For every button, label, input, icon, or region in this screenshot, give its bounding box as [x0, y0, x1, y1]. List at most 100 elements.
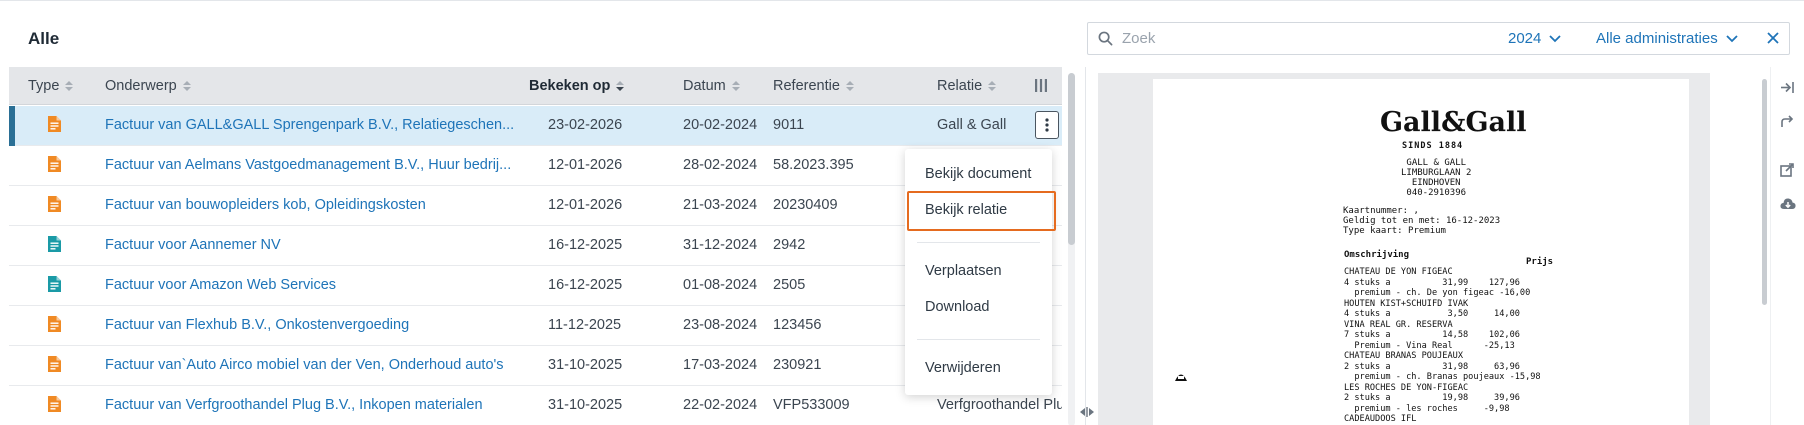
reference-cell: 20230409: [773, 197, 838, 213]
menu-item-move[interactable]: Verplaatsen: [925, 263, 1002, 279]
invoice-document-icon: [48, 156, 61, 176]
menu-item-delete[interactable]: Verwijderen: [925, 360, 1001, 376]
subject-link[interactable]: Factuur van GALL&GALL Sprengenpark B.V.,…: [105, 117, 514, 133]
invoice-document-icon: [48, 196, 61, 216]
column-label: Onderwerp: [105, 78, 177, 94]
viewed-on-cell: 11-12-2025: [548, 317, 622, 333]
clear-filter-close-icon[interactable]: [1767, 31, 1779, 49]
column-header-type[interactable]: Type: [28, 78, 74, 94]
column-header-viewed[interactable]: Bekeken op: [529, 78, 625, 94]
subject-link[interactable]: Factuur voor Amazon Web Services: [105, 277, 336, 293]
row-actions-kebab-icon[interactable]: [1035, 111, 1059, 139]
column-label: Type: [28, 78, 60, 94]
year-filter-dropdown[interactable]: 2024: [1508, 30, 1562, 47]
date-cell: 23-08-2024: [683, 317, 758, 333]
invoice-document-icon: [48, 236, 61, 256]
viewed-on-cell: 23-02-2026: [548, 117, 623, 133]
row-context-menu: Bekijk document Bekijk relatie Verplaats…: [905, 149, 1056, 395]
sort-icon: [845, 81, 854, 91]
menu-item-view-document[interactable]: Bekijk document: [925, 166, 1031, 182]
receipt-lines: CHATEAU DE YON FIGEAC 4 stuks a 31,99 12…: [1344, 267, 1541, 425]
administration-filter-value: Alle administraties: [1596, 30, 1718, 47]
sort-descending-icon: [616, 81, 625, 91]
column-settings-icon[interactable]: [1035, 79, 1047, 96]
subject-link[interactable]: Factuur van Flexhub B.V., Onkostenvergoe…: [105, 317, 409, 333]
viewed-on-cell: 31-10-2025: [548, 397, 623, 413]
menu-item-download[interactable]: Download: [925, 299, 990, 315]
viewed-on-cell: 16-12-2025: [548, 277, 623, 293]
reference-cell: VFP533009: [773, 397, 850, 413]
date-cell: 01-08-2024: [683, 277, 758, 293]
receipt-logo: Gall&Gall: [1380, 107, 1527, 138]
viewed-on-cell: 16-12-2025: [548, 237, 623, 253]
search-icon: [1088, 31, 1122, 46]
reference-cell: 2942: [773, 237, 806, 253]
column-header-relation[interactable]: Relatie: [937, 78, 997, 94]
date-cell: 21-03-2024: [683, 197, 758, 213]
receipt-price-header: Prijs: [1526, 257, 1554, 267]
resize-handle-icon[interactable]: [1080, 405, 1094, 423]
cursor-marker-icon: [1174, 369, 1188, 387]
documents-page: Alle 2024 Alle administraties Type: [0, 0, 1804, 425]
open-external-icon[interactable]: [1780, 163, 1795, 182]
invoice-document-icon: [48, 276, 61, 296]
reference-cell: 123456: [773, 317, 822, 333]
relation-cell: Gall & Gall: [937, 117, 1007, 133]
date-cell: 17-03-2024: [683, 357, 758, 373]
document-preview: Gall&Gall SINDS 1884 GALL & GALL LIMBURG…: [1098, 73, 1710, 425]
table-row[interactable]: Factuur van GALL&GALL Sprengenpark B.V.,…: [9, 106, 1062, 146]
table-header: Type Onderwerp Bekeken op Datum Referent…: [9, 67, 1062, 105]
invoice-document-icon: [48, 116, 61, 136]
sort-icon: [731, 81, 740, 91]
receipt-address: GALL & GALL LIMBURGLAAN 2 EINDHOVEN 040-…: [1401, 158, 1472, 198]
column-header-reference[interactable]: Referentie: [773, 78, 854, 94]
viewed-on-cell: 31-10-2025: [548, 357, 623, 373]
reference-cell: 2505: [773, 277, 806, 293]
invoice-document-icon: [48, 396, 61, 416]
preview-scrollbar[interactable]: [1762, 79, 1767, 305]
collapse-panel-icon[interactable]: [1780, 81, 1795, 99]
column-label: Referentie: [773, 78, 840, 94]
subject-link[interactable]: Factuur voor Aannemer NV: [105, 237, 281, 253]
chevron-down-icon: [1549, 30, 1562, 47]
sort-icon: [988, 81, 997, 91]
menu-divider: [917, 242, 1040, 243]
receipt-description-header: Omschrijving: [1344, 250, 1410, 260]
menu-divider: [917, 339, 1040, 340]
administration-filter-dropdown[interactable]: Alle administraties: [1596, 30, 1738, 47]
date-cell: 20-02-2024: [683, 117, 758, 133]
scrollbar-thumb[interactable]: [1068, 73, 1075, 245]
reference-cell: 58.2023.395: [773, 157, 854, 173]
sort-icon: [65, 81, 74, 91]
column-label: Bekeken op: [529, 78, 611, 94]
search-input[interactable]: [1122, 30, 1482, 47]
rotate-icon[interactable]: [1780, 115, 1795, 133]
receipt-image: Gall&Gall SINDS 1884 GALL & GALL LIMBURG…: [1153, 79, 1689, 425]
page-title: Alle: [28, 29, 60, 48]
date-cell: 22-02-2024: [683, 397, 758, 413]
menu-item-view-relation[interactable]: Bekijk relatie: [925, 202, 1007, 218]
invoice-document-icon: [48, 316, 61, 336]
column-label: Relatie: [937, 78, 983, 94]
receipt-card-info: Kaartnummer: , Geldig tot en met: 16-12-…: [1343, 206, 1501, 236]
chevron-down-icon: [1726, 30, 1738, 47]
invoice-document-icon: [48, 356, 61, 376]
preview-toolbar: [1770, 67, 1804, 425]
reference-cell: 9011: [773, 117, 805, 133]
date-cell: 31-12-2024: [683, 237, 758, 253]
sort-icon: [182, 81, 191, 91]
column-header-date[interactable]: Datum: [683, 78, 740, 94]
subject-link[interactable]: Factuur van`Auto Airco mobiel van der Ve…: [105, 357, 504, 373]
receipt-since: SINDS 1884: [1402, 141, 1464, 151]
table-scrollbar[interactable]: [1068, 73, 1075, 425]
cloud-download-icon[interactable]: [1780, 197, 1796, 215]
viewed-on-cell: 12-01-2026: [548, 197, 623, 213]
search-bar: 2024 Alle administraties: [1087, 22, 1790, 55]
column-header-subject[interactable]: Onderwerp: [105, 78, 191, 94]
subject-link[interactable]: Factuur van Verfgroothandel Plug B.V., I…: [105, 397, 483, 413]
panel-splitter: [1085, 67, 1086, 425]
date-cell: 28-02-2024: [683, 157, 758, 173]
subject-link[interactable]: Factuur van bouwopleiders kob, Opleiding…: [105, 197, 426, 213]
year-filter-value: 2024: [1508, 30, 1542, 47]
subject-link[interactable]: Factuur van Aelmans Vastgoedmanagement B…: [105, 157, 511, 173]
